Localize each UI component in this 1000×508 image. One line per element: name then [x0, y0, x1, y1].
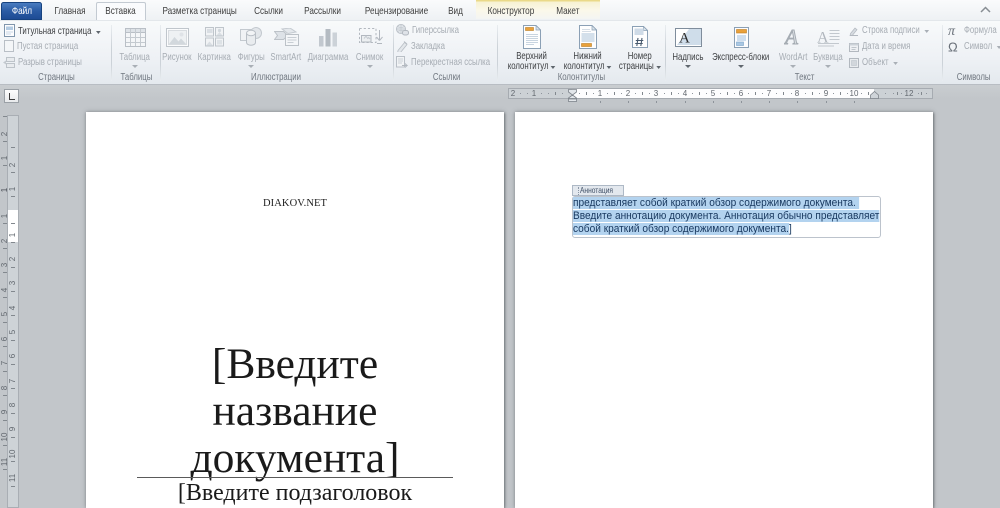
- svg-text:Ω: Ω: [948, 40, 958, 52]
- svg-text:π: π: [948, 24, 956, 36]
- svg-text:A: A: [784, 27, 798, 47]
- svg-text:A: A: [679, 30, 690, 46]
